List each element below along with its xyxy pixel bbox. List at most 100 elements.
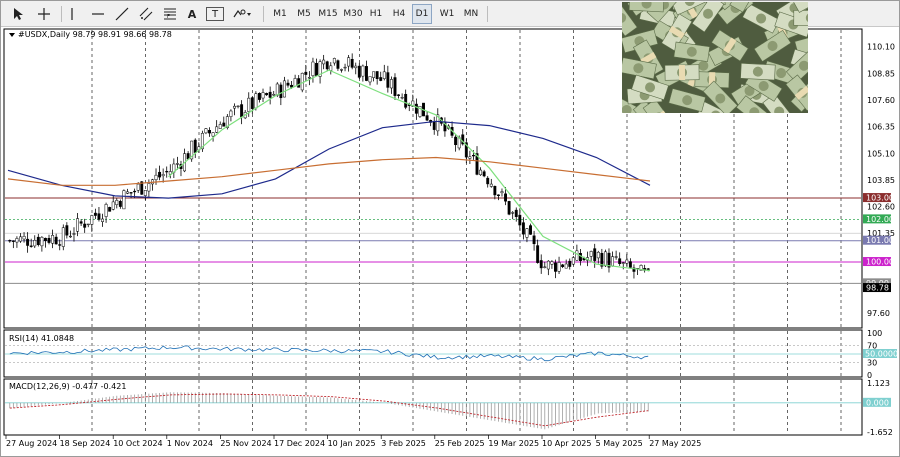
candle-body xyxy=(133,190,137,193)
banknote xyxy=(742,3,781,34)
candle-body xyxy=(486,177,490,185)
candle-body xyxy=(493,185,497,196)
candle-body xyxy=(40,236,44,247)
candle-body xyxy=(286,82,290,86)
candle-body xyxy=(29,245,33,247)
candle-body xyxy=(129,192,133,194)
candle-body xyxy=(265,93,269,96)
candle-body xyxy=(11,240,15,242)
macd-axis-label: 0.000 xyxy=(866,398,889,407)
candle-body xyxy=(26,238,30,246)
banknote xyxy=(628,2,665,13)
candle-body xyxy=(147,183,151,192)
date-axis-label: 25 Feb 2025 xyxy=(435,439,485,448)
candle-body xyxy=(118,200,122,207)
candle-body xyxy=(268,91,272,98)
candle-body xyxy=(165,170,169,173)
price-axis-label: 108.85 xyxy=(867,69,895,78)
candle-body xyxy=(44,237,47,241)
candle-body xyxy=(79,221,83,224)
candle-body xyxy=(47,238,51,243)
candle-body xyxy=(361,65,365,77)
candle-body xyxy=(175,163,179,165)
candle-body xyxy=(628,261,632,268)
candle-body xyxy=(614,256,618,258)
candle-body xyxy=(332,58,336,64)
candle-body xyxy=(215,126,219,133)
candle-body xyxy=(593,248,597,261)
candle-body xyxy=(611,256,614,266)
price-axis-label: 102.60 xyxy=(867,203,895,212)
candle-body xyxy=(240,104,244,118)
candle-body xyxy=(596,251,600,259)
candle-body xyxy=(86,223,90,226)
candle-body xyxy=(389,79,393,89)
candle-body xyxy=(297,78,301,88)
price-tag-label: 100.00 xyxy=(866,258,894,267)
candle-body xyxy=(158,171,162,178)
candle-body xyxy=(304,71,308,75)
macd-indicator: 1.123 0.000 -1.652 xyxy=(5,379,893,437)
candle-body xyxy=(525,228,529,238)
money-photo xyxy=(622,2,808,113)
date-axis-label: 5 May 2025 xyxy=(596,439,643,448)
rsi-axis-label: 50.0000 xyxy=(865,350,898,359)
candle-body xyxy=(557,262,561,272)
candle-body xyxy=(521,222,525,235)
candle-body xyxy=(115,200,119,206)
date-axis-label: 27 May 2025 xyxy=(649,439,701,448)
candle-body xyxy=(143,190,147,196)
candle-body xyxy=(489,183,493,187)
candle-body xyxy=(101,218,104,222)
candle-body xyxy=(568,260,572,267)
candle-body xyxy=(282,80,286,98)
candle-body xyxy=(404,93,408,108)
candle-body xyxy=(8,240,12,242)
candle-body xyxy=(357,65,361,78)
macd-label: MACD(12,26,9) -0.477 -0.421 xyxy=(9,382,126,391)
candle-body xyxy=(261,92,265,99)
chart-menu-triangle-icon[interactable] xyxy=(9,33,15,37)
candle-body xyxy=(646,268,650,270)
candle-body xyxy=(325,61,329,70)
candle-body xyxy=(33,240,37,247)
candle-series xyxy=(8,53,650,279)
candle-body xyxy=(432,121,436,130)
candle-body xyxy=(22,236,26,240)
date-axis-label: 19 Mar 2025 xyxy=(488,439,539,448)
rsi-axis-label: 100 xyxy=(867,329,882,338)
candle-body xyxy=(36,236,40,246)
candle-body xyxy=(496,194,500,196)
macd-signal-line xyxy=(9,393,649,427)
candle-body xyxy=(275,83,279,96)
candle-body xyxy=(564,263,568,269)
candle-body xyxy=(400,97,404,99)
macd-axis-label: 1.123 xyxy=(867,379,890,388)
candle-body xyxy=(15,238,19,243)
candle-body xyxy=(518,214,522,226)
candle-body xyxy=(329,65,333,71)
candle-body xyxy=(222,122,226,127)
candle-body xyxy=(561,264,565,267)
candle-body xyxy=(382,71,386,79)
macd-axis-label: -1.652 xyxy=(867,428,893,437)
candle-body xyxy=(307,77,311,79)
banknote xyxy=(793,10,808,26)
candle-body xyxy=(300,72,304,91)
candle-body xyxy=(336,60,340,69)
candle-body xyxy=(372,71,376,78)
banknote xyxy=(740,62,776,81)
price-tag-label: 103.00 xyxy=(866,194,894,203)
candle-body xyxy=(322,59,326,65)
price-tag-label: 102.00 xyxy=(866,215,894,224)
candle-body xyxy=(126,191,129,194)
candle-body xyxy=(247,97,251,112)
candle-body xyxy=(618,258,622,264)
candle-body xyxy=(625,259,629,264)
candle-body xyxy=(368,76,372,83)
candle-body xyxy=(539,260,543,269)
candle-body xyxy=(550,261,554,265)
ma-mid-line xyxy=(7,120,651,199)
candle-body xyxy=(65,225,69,236)
candle-body xyxy=(236,105,240,108)
